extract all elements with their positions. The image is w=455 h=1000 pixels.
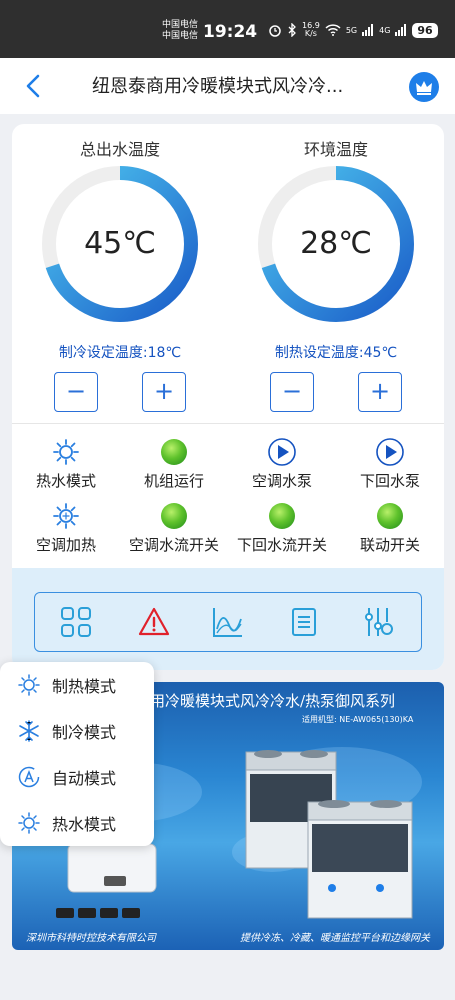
status-label: 下回水流开关	[236, 536, 327, 554]
banner-footer: 深圳市科特时控技术有限公司 提供冷冻、冷藏、暖通监控平台和边缘网关	[12, 929, 444, 944]
status-label: 联动开关	[359, 536, 420, 554]
gauge-title: 总出水温度	[79, 140, 160, 159]
signal-bars-icon	[362, 24, 374, 36]
speed-unit: K/s	[304, 29, 317, 38]
store-badge	[78, 908, 96, 918]
snowflake-icon	[19, 720, 39, 742]
green-indicator-icon	[269, 503, 295, 529]
alarm-clock-icon	[269, 25, 281, 37]
clock: 19:24	[203, 22, 258, 42]
mode-hot-water[interactable]: 热水模式	[0, 800, 154, 846]
bluetooth-icon	[288, 23, 296, 37]
store-badge	[56, 908, 74, 918]
green-indicator-icon	[161, 503, 187, 529]
carrier-2: 中国电信	[162, 31, 199, 41]
status-label: 空调加热	[35, 536, 96, 554]
page-title: 纽恩泰商用冷暖模块式风冷冷...	[92, 76, 344, 97]
play-icon	[268, 438, 296, 466]
status-unit-running: 机组运行	[120, 438, 228, 491]
auto-icon	[18, 766, 40, 788]
mode-label: 自动模式	[52, 769, 117, 788]
gauge-value: 28℃	[300, 226, 372, 261]
banner-slogan: 提供冷冻、冷藏、暖通监控平台和边缘网关	[240, 933, 430, 944]
status-label: 机组运行	[143, 472, 204, 490]
status-ac-flow-switch: 空调水流开关	[120, 502, 228, 555]
vip-button[interactable]	[409, 72, 439, 102]
function-nav-area	[12, 568, 444, 670]
wifi-icon	[325, 24, 341, 36]
status-return-flow-switch: 下回水流开关	[228, 502, 336, 555]
status-hot-water-mode: 热水模式	[12, 438, 120, 491]
decrease-button[interactable]: −	[54, 372, 98, 412]
carrier-1: 中国电信	[162, 20, 199, 30]
mode-label: 制热模式	[52, 677, 117, 696]
status-label: 空调水流开关	[128, 536, 219, 554]
divider	[12, 423, 444, 424]
alarm-icon[interactable]	[137, 605, 171, 639]
chevron-left-icon[interactable]	[22, 72, 46, 100]
signal-bars-icon	[395, 24, 407, 36]
signal-2-label: 4G	[379, 25, 391, 35]
mode-auto[interactable]: 自动模式	[0, 754, 154, 800]
decrease-button[interactable]: −	[270, 372, 314, 412]
title-bar: 纽恩泰商用冷暖模块式风冷冷...	[0, 58, 455, 114]
store-badge	[100, 908, 118, 918]
banner-company: 深圳市科特时控技术有限公司	[26, 933, 156, 944]
carrier-info: 中国电信 中国电信	[162, 20, 198, 42]
mode-label: 热水模式	[52, 815, 117, 834]
device-card: 总出水温度 45℃ 制冷设定温度:18℃ − + 环境温度 28℃ 制热设定温度…	[12, 124, 444, 670]
sun-icon	[18, 674, 40, 696]
gauge-value: 45℃	[84, 226, 156, 261]
gauge-title: 环境温度	[303, 140, 368, 159]
app-store-badges	[56, 908, 140, 918]
increase-button[interactable]: +	[358, 372, 402, 412]
green-indicator-icon	[377, 503, 403, 529]
sun-icon	[53, 439, 79, 465]
signal-1-label: 5G	[345, 25, 358, 35]
status-ac-heating: 空调加热	[12, 502, 120, 555]
play-icon	[376, 438, 404, 466]
ambient-temp-gauge: 环境温度 28℃ 制热设定温度:45℃ − +	[228, 132, 444, 422]
grid-icon[interactable]	[59, 605, 93, 639]
crown-icon	[416, 81, 432, 95]
mode-heating[interactable]: 制热模式	[0, 662, 154, 708]
network-speed: 16.9 K/s	[302, 22, 320, 38]
status-bar: 中国电信 中国电信 19:24 16.9 K/s 5G 4G 96	[0, 0, 455, 58]
heat-pump-units-image	[245, 750, 413, 919]
status-label: 下回水泵	[359, 472, 420, 490]
battery-indicator: 96	[412, 22, 438, 38]
status-linkage-switch: 联动开关	[336, 502, 444, 555]
sun-icon	[18, 812, 40, 834]
snowflake-sun-icon	[53, 503, 79, 529]
mode-label: 制冷模式	[52, 723, 117, 742]
status-ac-pump: 空调水泵	[228, 438, 336, 491]
increase-button[interactable]: +	[142, 372, 186, 412]
store-badge	[122, 908, 140, 918]
settings-sliders-icon[interactable]	[361, 605, 395, 639]
mode-menu: 制热模式 制冷模式 自动模式 热水模式	[0, 662, 154, 846]
heating-setpoint: 制热设定温度:45℃	[274, 345, 398, 361]
cooling-setpoint: 制冷设定温度:18℃	[58, 345, 182, 361]
green-indicator-icon	[161, 439, 187, 465]
status-label: 热水模式	[35, 472, 96, 490]
status-label: 空调水泵	[251, 472, 312, 490]
water-temp-gauge: 总出水温度 45℃ 制冷设定温度:18℃ − +	[12, 132, 228, 422]
mode-cooling[interactable]: 制冷模式	[0, 708, 154, 754]
status-return-pump: 下回水泵	[336, 438, 444, 491]
controller-device-image	[67, 843, 157, 893]
chart-icon[interactable]	[211, 605, 245, 639]
list-icon[interactable]	[287, 605, 321, 639]
status-icons: 16.9 K/s 5G 4G 96	[268, 22, 438, 38]
function-nav-bar	[34, 592, 422, 652]
